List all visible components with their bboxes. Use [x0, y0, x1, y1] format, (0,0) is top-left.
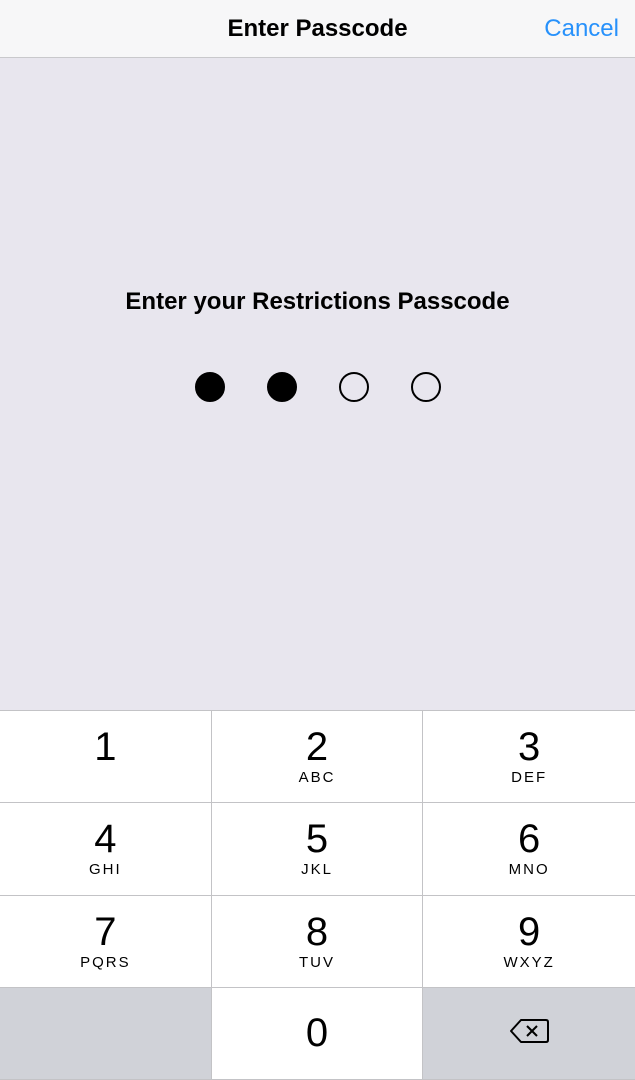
page-title: Enter Passcode [227, 15, 407, 43]
key-5[interactable]: 5 JKL [212, 803, 424, 895]
key-letters: ABC [299, 769, 336, 786]
passcode-dot [267, 372, 297, 402]
key-digit: 6 [518, 819, 540, 859]
key-digit: 8 [306, 912, 328, 952]
key-letters: GHI [89, 861, 122, 878]
key-letters: MNO [509, 861, 550, 878]
passcode-prompt-area: Enter your Restrictions Passcode [0, 58, 635, 710]
header-bar: Enter Passcode Cancel [0, 0, 635, 58]
passcode-dot [195, 372, 225, 402]
key-1[interactable]: 1 [0, 711, 212, 803]
key-blank [0, 988, 212, 1080]
key-4[interactable]: 4 GHI [0, 803, 212, 895]
key-3[interactable]: 3 DEF [423, 711, 635, 803]
passcode-dot [411, 372, 441, 402]
backspace-icon [509, 1017, 549, 1050]
passcode-dots [195, 372, 441, 402]
key-letters: JKL [301, 861, 333, 878]
key-digit: 3 [518, 727, 540, 767]
passcode-dot [339, 372, 369, 402]
prompt-text: Enter your Restrictions Passcode [125, 288, 509, 316]
key-letters: PQRS [80, 954, 131, 971]
number-keypad: 1 2 ABC 3 DEF 4 GHI 5 JKL 6 MNO 7 PQRS 8… [0, 710, 635, 1080]
key-digit: 5 [306, 819, 328, 859]
key-8[interactable]: 8 TUV [212, 896, 424, 988]
key-letters: WXYZ [503, 954, 554, 971]
cancel-button[interactable]: Cancel [544, 15, 619, 43]
key-digit: 4 [94, 819, 116, 859]
key-digit: 7 [94, 912, 116, 952]
key-2[interactable]: 2 ABC [212, 711, 424, 803]
key-7[interactable]: 7 PQRS [0, 896, 212, 988]
key-digit: 2 [306, 727, 328, 767]
key-letters: TUV [299, 954, 335, 971]
key-digit: 9 [518, 912, 540, 952]
key-delete[interactable] [423, 988, 635, 1080]
key-0[interactable]: 0 [212, 988, 424, 1080]
key-letters: DEF [511, 769, 547, 786]
key-9[interactable]: 9 WXYZ [423, 896, 635, 988]
key-digit: 0 [306, 1013, 328, 1053]
key-digit: 1 [94, 727, 116, 767]
key-6[interactable]: 6 MNO [423, 803, 635, 895]
